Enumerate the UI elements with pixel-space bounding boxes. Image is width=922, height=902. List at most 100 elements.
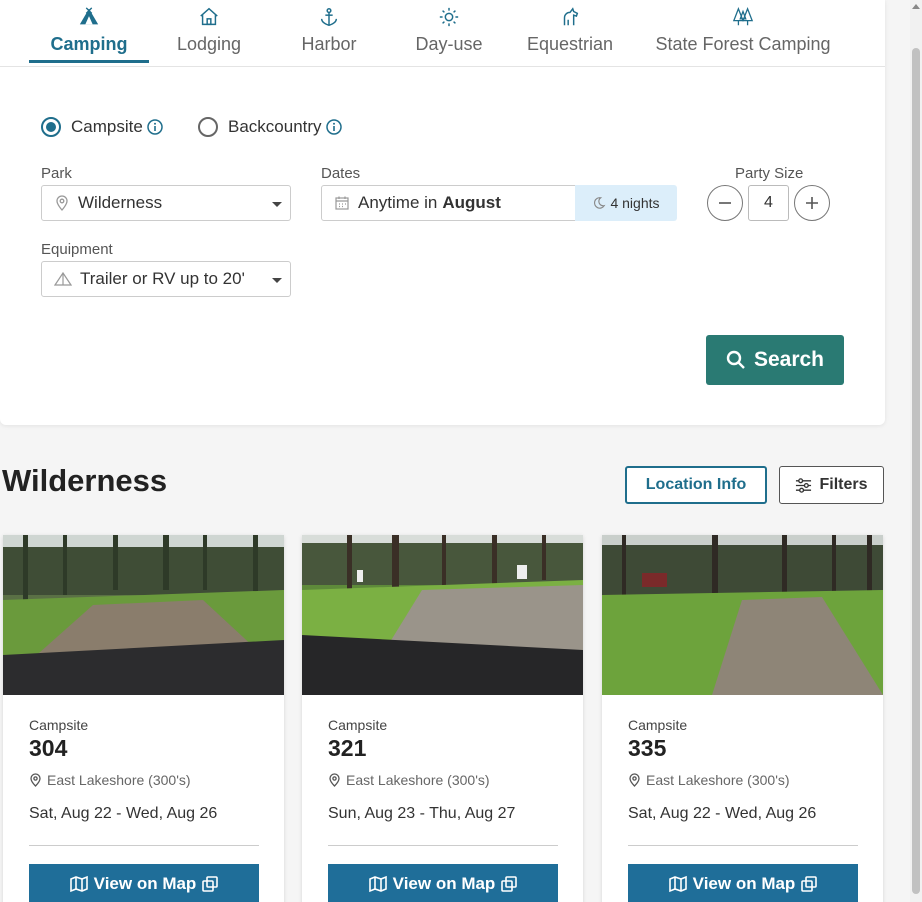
radio-circle	[198, 117, 218, 137]
filters-button[interactable]: Filters	[779, 466, 884, 504]
moon-icon	[594, 197, 606, 209]
card-divider	[29, 845, 259, 846]
tent-icon	[79, 7, 99, 25]
site-number: 304	[29, 735, 68, 761]
location-pin-icon	[56, 195, 68, 211]
external-link-icon	[202, 876, 219, 892]
site-location-text: East Lakeshore (300's)	[646, 772, 790, 788]
location-pin-icon	[629, 773, 640, 787]
tab-lodging[interactable]: Lodging	[159, 0, 259, 67]
radio-circle	[41, 117, 61, 137]
map-icon	[69, 875, 88, 893]
equipment-label: Equipment	[41, 241, 113, 258]
tab-harbor[interactable]: Harbor	[284, 0, 374, 67]
campsite-card[interactable]: Campsite 335 East Lakeshore (300's) Sat,…	[602, 535, 883, 902]
radio-label: Campsite	[71, 117, 143, 136]
tab-label: State Forest Camping	[655, 34, 831, 54]
party-size-decrease-button[interactable]	[707, 185, 743, 221]
view-on-map-button[interactable]: View on Map	[29, 864, 259, 902]
minus-icon	[719, 202, 731, 204]
dates-input[interactable]: Anytime in August	[321, 185, 576, 221]
view-on-map-label: View on Map	[93, 874, 197, 893]
dates-prefix: Anytime in	[358, 193, 438, 212]
chevron-down-icon	[272, 202, 282, 207]
location-pin-icon	[30, 773, 41, 787]
site-type: Campsite	[628, 717, 688, 733]
view-on-map-label: View on Map	[692, 874, 796, 893]
dates-label: Dates	[321, 165, 361, 182]
radio-label: Backcountry	[228, 117, 322, 136]
dates-month: August	[442, 193, 501, 212]
card-divider	[628, 845, 858, 846]
reservation-type-tabs: Camping Lodging Harbor Day-use Equestria…	[0, 0, 885, 67]
results-title: Wilderness	[2, 463, 168, 498]
equipment-value: Trailer or RV up to 20'	[80, 269, 245, 288]
party-size-increase-button[interactable]	[794, 185, 830, 221]
tab-label: Harbor	[301, 34, 357, 54]
search-button-label: Search	[753, 348, 825, 371]
radio-backcountry[interactable]: Backcountry	[198, 116, 342, 138]
site-number: 335	[628, 735, 667, 761]
equipment-select[interactable]: Trailer or RV up to 20'	[41, 261, 291, 297]
site-number: 321	[328, 735, 367, 761]
view-on-map-button[interactable]: View on Map	[628, 864, 858, 902]
tab-label: Lodging	[176, 34, 242, 54]
site-dates: Sat, Aug 22 - Wed, Aug 26	[29, 805, 218, 822]
chevron-down-icon	[272, 278, 282, 283]
campsite-photo[interactable]	[302, 535, 583, 695]
park-value: Wilderness	[78, 193, 163, 212]
tab-day-use[interactable]: Day-use	[404, 0, 494, 67]
view-on-map-button[interactable]: View on Map	[328, 864, 558, 902]
campsite-card[interactable]: Campsite 304 East Lakeshore (300's) Sat,…	[3, 535, 284, 902]
tab-camping[interactable]: Camping	[29, 0, 149, 67]
park-select[interactable]: Wilderness	[41, 185, 291, 221]
trailer-icon	[54, 271, 72, 286]
park-label: Park	[41, 165, 72, 182]
campsite-card[interactable]: Campsite 321 East Lakeshore (300's) Sun,…	[302, 535, 583, 902]
site-type: Campsite	[328, 717, 388, 733]
map-icon	[368, 875, 387, 893]
site-dates: Sat, Aug 22 - Wed, Aug 26	[628, 805, 817, 822]
external-link-icon	[801, 876, 818, 892]
search-button[interactable]: Search	[706, 335, 844, 385]
campsite-photo[interactable]	[602, 535, 883, 695]
nights-count: 4 nights	[610, 195, 660, 211]
scroll-up-arrow[interactable]	[912, 4, 920, 9]
site-location: East Lakeshore (300's)	[29, 772, 191, 788]
site-location-text: East Lakeshore (300's)	[346, 772, 490, 788]
site-dates: Sun, Aug 23 - Thu, Aug 27	[328, 805, 516, 822]
info-icon[interactable]	[147, 119, 163, 135]
radio-campsite[interactable]: Campsite	[41, 116, 163, 138]
scroll-thumb[interactable]	[912, 48, 920, 894]
tab-label: Camping	[50, 34, 128, 54]
location-pin-icon	[329, 773, 340, 787]
tab-equestrian[interactable]: Equestrian	[515, 0, 625, 67]
site-location: East Lakeshore (300's)	[628, 772, 790, 788]
party-size-input[interactable]: 4	[748, 185, 789, 221]
site-location-text: East Lakeshore (300's)	[47, 772, 191, 788]
card-divider	[328, 845, 558, 846]
calendar-icon	[335, 196, 349, 210]
anchor-icon	[320, 8, 338, 27]
horse-icon	[563, 7, 579, 26]
external-link-icon	[501, 876, 518, 892]
sliders-icon	[796, 477, 812, 493]
plus-icon	[806, 197, 818, 209]
sun-icon	[439, 7, 459, 27]
search-panel: Camping Lodging Harbor Day-use Equestria…	[0, 0, 885, 425]
filters-label: Filters	[819, 476, 868, 493]
info-icon[interactable]	[325, 119, 342, 135]
site-type: Campsite	[29, 717, 89, 733]
site-location: East Lakeshore (300's)	[328, 772, 490, 788]
campsite-photo[interactable]	[3, 535, 284, 695]
tab-state-forest-camping[interactable]: State Forest Camping	[643, 0, 843, 67]
page-scrollbar[interactable]	[910, 0, 922, 902]
location-info-button[interactable]: Location Info	[625, 466, 767, 504]
search-icon	[726, 350, 745, 369]
tab-label: Day-use	[415, 34, 483, 54]
party-size-label: Party Size	[735, 165, 804, 182]
map-icon	[668, 875, 687, 893]
nights-badge: 4 nights	[575, 185, 677, 221]
tab-label: Equestrian	[526, 34, 614, 54]
trees-icon	[732, 6, 754, 26]
